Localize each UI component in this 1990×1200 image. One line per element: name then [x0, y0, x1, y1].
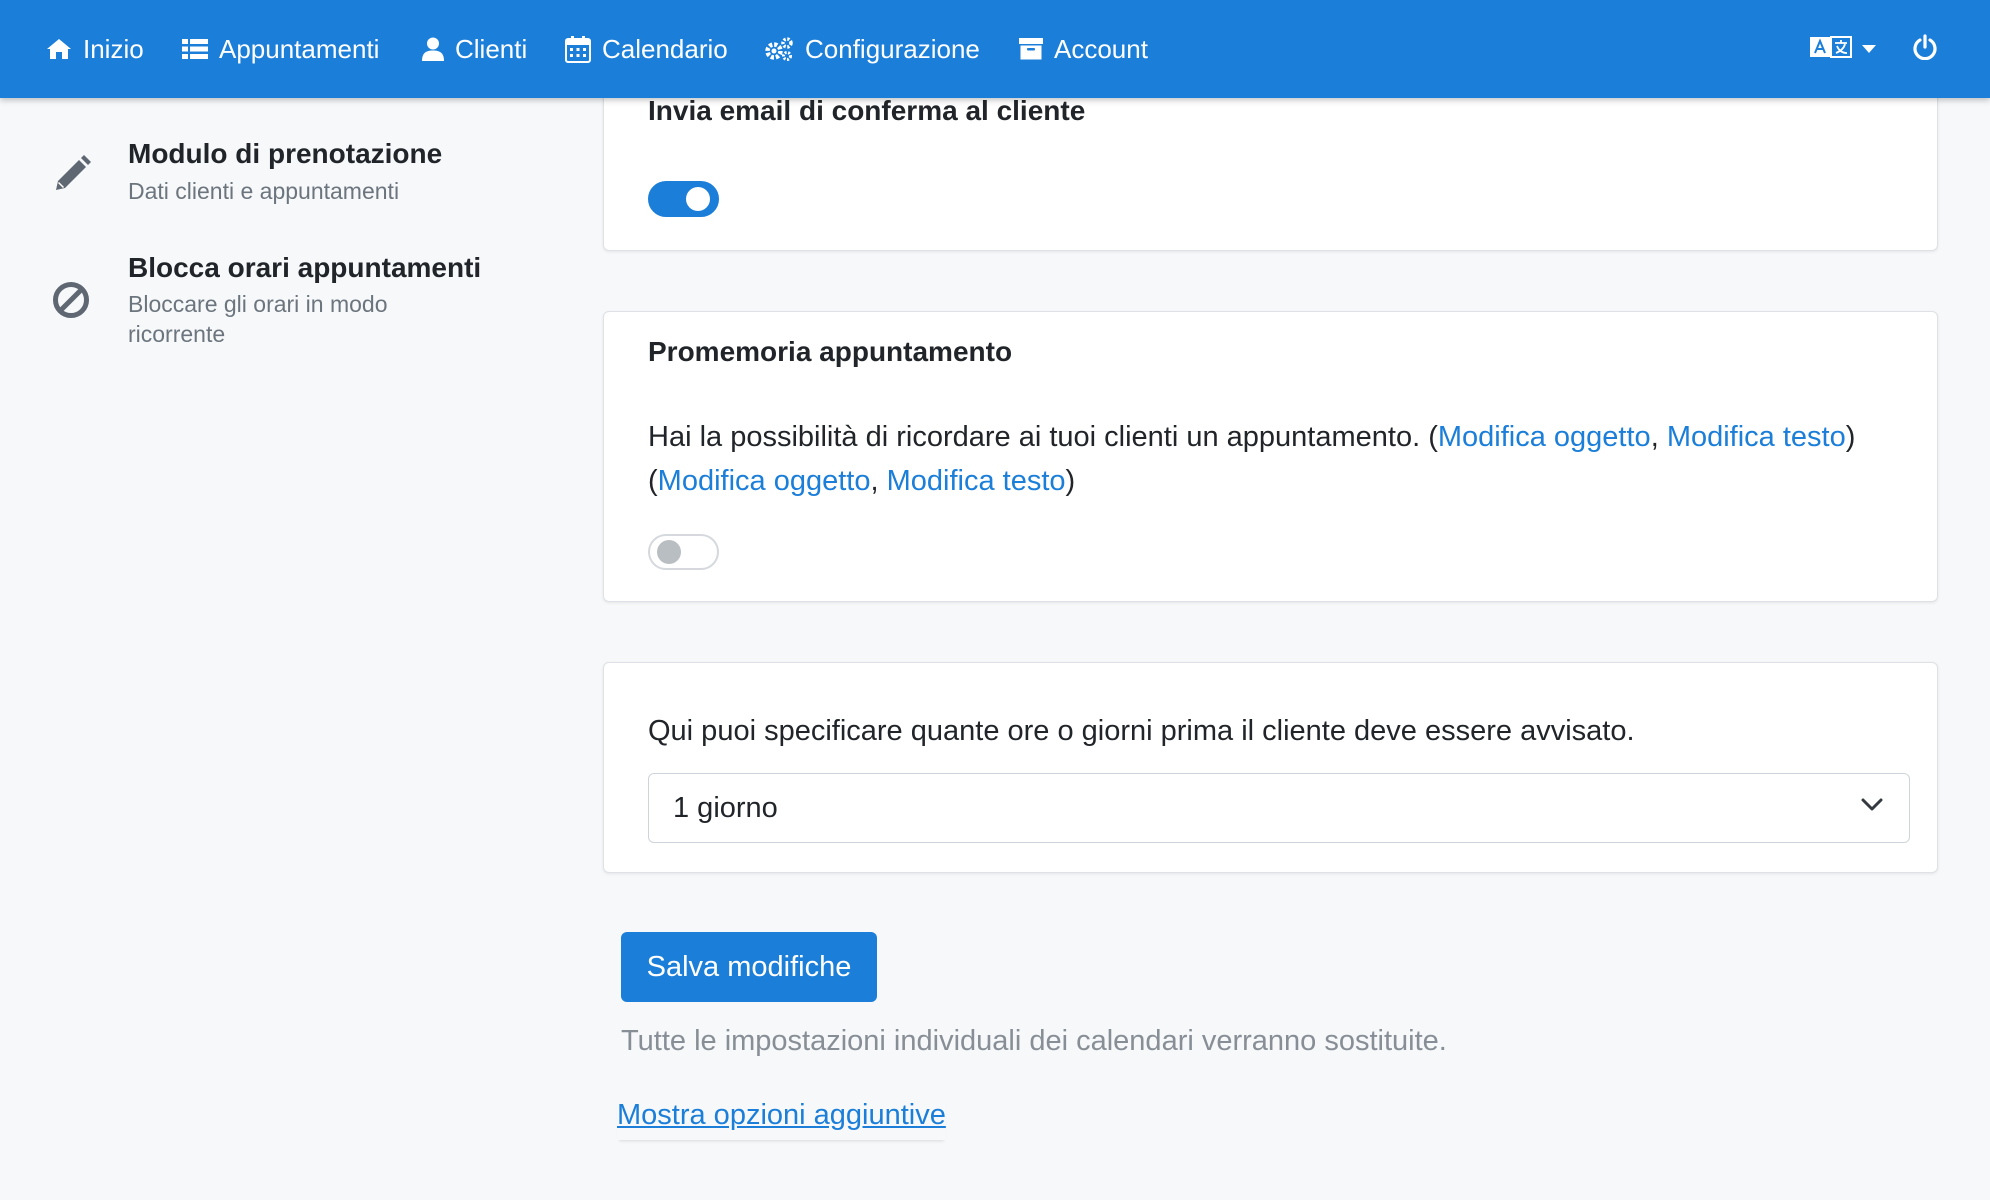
timing-description: Qui puoi specificare quante ore o giorni… — [648, 715, 1635, 747]
confirmation-email-toggle[interactable] — [648, 181, 719, 217]
nav-appointments[interactable]: Appuntamenti — [182, 0, 379, 98]
reminder-text: Hai la possibilità di ricordare ai tuoi … — [648, 421, 1421, 453]
nav-configuration-label: Configurazione — [805, 33, 980, 64]
chevron-down-icon — [1862, 40, 1876, 58]
calendar-icon — [565, 35, 591, 63]
home-icon — [46, 38, 72, 60]
top-navbar: Inizio Appuntamenti Clienti Calendario C… — [0, 0, 1990, 98]
reminder-toggle[interactable] — [648, 534, 719, 570]
sidebar-item-booking-form[interactable]: Modulo di prenotazione Dati clienti e ap… — [0, 136, 560, 216]
logout-button[interactable] — [1912, 0, 1938, 98]
sidebar-item-title: Blocca orari appuntamenti — [128, 252, 482, 283]
show-more-options-link[interactable]: Mostra opzioni aggiuntive — [617, 1099, 946, 1140]
sidebar-item-subtitle: Dati clienti e appuntamenti — [128, 178, 400, 204]
reminder-card: Promemoria appuntamento Hai la possibili… — [603, 311, 1938, 602]
user-icon — [422, 37, 444, 61]
reminder-description: Hai la possibilità di ricordare ai tuoi … — [648, 421, 1856, 497]
nav-account-label: Account — [1054, 33, 1148, 64]
nav-clients[interactable]: Clienti — [422, 0, 527, 98]
edit-subject-link[interactable]: Modifica oggetto — [1438, 421, 1651, 453]
card-title: Promemoria appuntamento — [648, 336, 1013, 367]
edit-text-link[interactable]: Modifica testo — [1667, 421, 1846, 453]
chevron-down-icon — [1861, 798, 1883, 817]
select-value: 1 giorno — [673, 792, 778, 824]
sidebar-item-title: Modulo di prenotazione — [128, 138, 443, 169]
sidebar-item-block-times[interactable]: Blocca orari appuntamenti Bloccare gli o… — [0, 248, 560, 358]
save-button[interactable]: Salva modifiche — [621, 932, 877, 1002]
cogs-icon — [764, 36, 794, 62]
sidebar-item-subtitle: Bloccare gli orari in modo ricorrente — [128, 291, 388, 347]
nav-appointments-label: Appuntamenti — [219, 33, 380, 64]
power-icon — [1912, 33, 1938, 65]
nav-calendar[interactable]: Calendario — [565, 0, 728, 98]
edit-text-link-2[interactable]: Modifica testo — [887, 465, 1066, 497]
reminder-timing-select[interactable]: 1 giorno — [648, 773, 1910, 843]
card-title: Invia email di conferma al cliente — [648, 95, 1086, 126]
archive-icon — [1019, 37, 1043, 61]
nav-account[interactable]: Account — [1019, 0, 1148, 98]
nav-clients-label: Clienti — [455, 33, 528, 64]
nav-configuration[interactable]: Configurazione — [764, 0, 980, 98]
edit-subject-link-2[interactable]: Modifica oggetto — [658, 465, 871, 497]
toggle-knob — [686, 187, 710, 211]
nav-calendar-label: Calendario — [602, 33, 728, 64]
nav-home[interactable]: Inizio — [46, 0, 144, 98]
ban-icon — [52, 281, 90, 324]
reminder-timing-card: Qui puoi specificare quante ore o giorni… — [603, 662, 1938, 873]
pencil-icon — [52, 154, 92, 199]
settings-override-note: Tutte le impostazioni individuali dei ca… — [621, 1025, 1447, 1057]
toggle-knob — [657, 540, 681, 564]
language-icon — [1810, 35, 1852, 63]
nav-home-label: Inizio — [83, 33, 144, 64]
language-dropdown[interactable] — [1810, 0, 1876, 98]
list-icon — [182, 38, 208, 60]
